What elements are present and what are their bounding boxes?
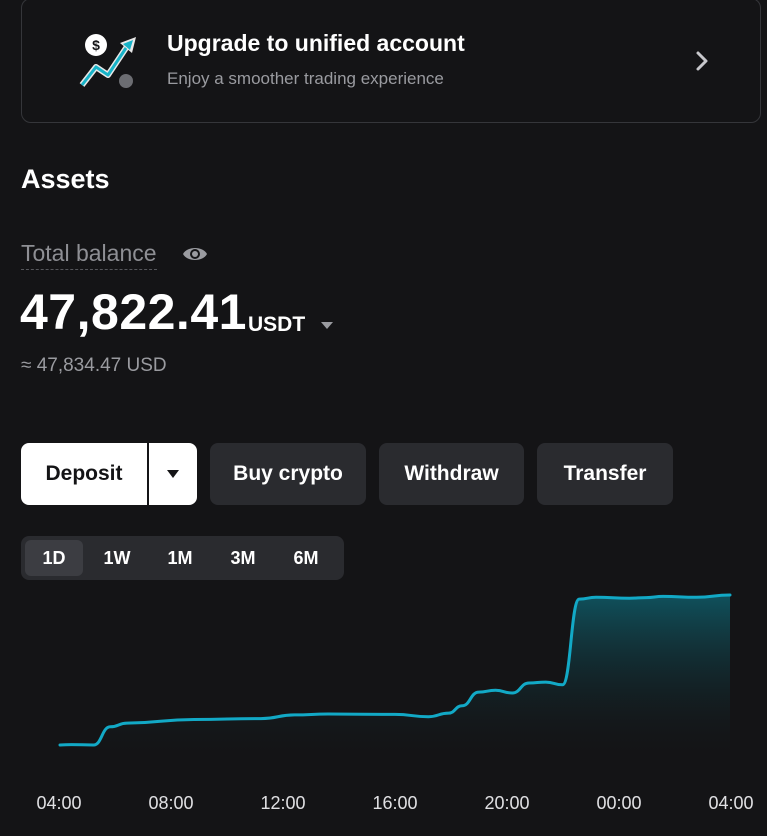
x-tick-label: 04:00 <box>708 793 753 813</box>
deposit-dropdown-button[interactable] <box>149 443 197 505</box>
tab-1w[interactable]: 1W <box>88 540 146 576</box>
balance-area <box>60 595 730 758</box>
tab-1d[interactable]: 1D <box>25 540 83 576</box>
x-axis-ticks: 04:00 08:00 12:00 16:00 20:00 00:00 04:00 <box>36 793 753 813</box>
tab-1m[interactable]: 1M <box>151 540 209 576</box>
upgrade-banner[interactable]: $ Upgrade to unified account Enjoy a smo… <box>21 0 761 123</box>
x-tick-label: 12:00 <box>260 793 305 813</box>
banner-subtitle: Enjoy a smoother trading experience <box>167 69 444 88</box>
upgrade-trend-illustration: $ <box>79 34 136 88</box>
tab-3m[interactable]: 3M <box>214 540 272 576</box>
eye-icon[interactable] <box>182 243 208 265</box>
x-tick-label: 08:00 <box>148 793 193 813</box>
caret-down-icon <box>167 470 179 478</box>
currency-selector[interactable]: USDT <box>248 310 334 340</box>
currency-label: USDT <box>248 313 306 336</box>
svg-text:$: $ <box>92 37 100 53</box>
withdraw-button[interactable]: Withdraw <box>379 443 524 505</box>
buy-crypto-button[interactable]: Buy crypto <box>210 443 366 505</box>
tab-6m[interactable]: 6M <box>277 540 335 576</box>
deposit-button-group: Deposit <box>21 443 197 505</box>
transfer-button[interactable]: Transfer <box>537 443 673 505</box>
assets-heading: Assets <box>21 164 110 194</box>
deposit-button[interactable]: Deposit <box>21 443 147 505</box>
x-tick-label: 16:00 <box>372 793 417 813</box>
chevron-right-icon[interactable] <box>692 48 712 74</box>
x-tick-label: 00:00 <box>596 793 641 813</box>
balance-chart: 04:00 08:00 12:00 16:00 20:00 00:00 04:00 <box>36 593 754 813</box>
caret-down-icon <box>321 322 334 329</box>
x-tick-label: 20:00 <box>484 793 529 813</box>
banner-title: Upgrade to unified account <box>167 30 465 56</box>
total-balance-label[interactable]: Total balance <box>21 239 157 270</box>
x-tick-label: 04:00 <box>36 793 81 813</box>
approx-usd-value: ≈ 47,834.47 USD <box>21 355 167 376</box>
balance-amount: 47,822.41 <box>20 284 247 340</box>
time-range-tabs: 1D 1W 1M 3M 6M <box>21 536 344 580</box>
